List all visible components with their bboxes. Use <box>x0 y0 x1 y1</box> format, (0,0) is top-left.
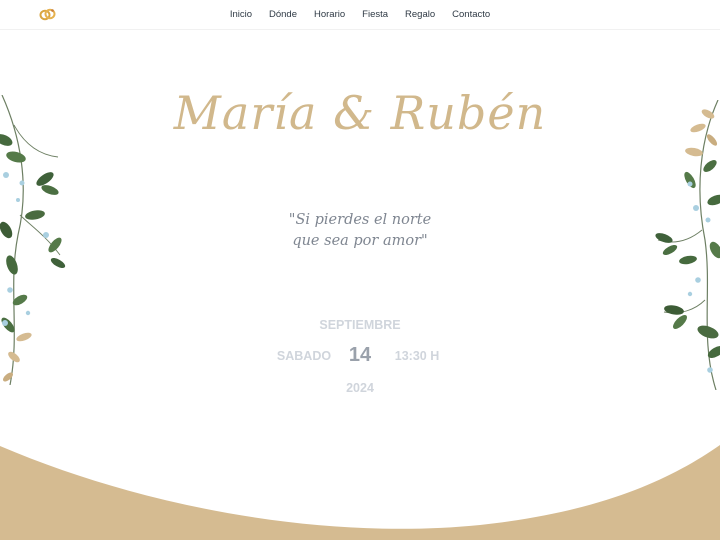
nav-link-donde[interactable]: Dónde <box>269 9 297 20</box>
bottom-wave-decoration <box>0 445 720 540</box>
event-month: SEPTIEMBRE <box>319 318 401 332</box>
quote-line-1: "Si pierdes el norte <box>288 212 432 228</box>
event-weekday: SABADO <box>276 349 332 363</box>
nav-link-fiesta[interactable]: Fiesta <box>362 9 388 20</box>
nav-link-contacto[interactable]: Contacto <box>452 9 490 20</box>
event-date-row: SABADO 14 13:30 H <box>0 344 720 370</box>
quote-line-2: que sea por amor" <box>292 233 428 249</box>
nav-link-horario[interactable]: Horario <box>314 9 345 20</box>
love-quote: "Si pierdes el norte que sea por amor" <box>0 210 720 252</box>
nav-link-regalo[interactable]: Regalo <box>405 9 435 20</box>
main-nav: Inicio Dónde Horario Fiesta Regalo Conta… <box>0 0 720 29</box>
top-navbar: Inicio Dónde Horario Fiesta Regalo Conta… <box>0 0 720 30</box>
event-day: 14 <box>348 344 372 366</box>
event-year: 2024 <box>346 381 374 395</box>
nav-link-inicio[interactable]: Inicio <box>230 9 252 20</box>
event-time: 13:30 H <box>394 349 440 363</box>
couple-names-title: María & Rubén <box>173 86 547 140</box>
